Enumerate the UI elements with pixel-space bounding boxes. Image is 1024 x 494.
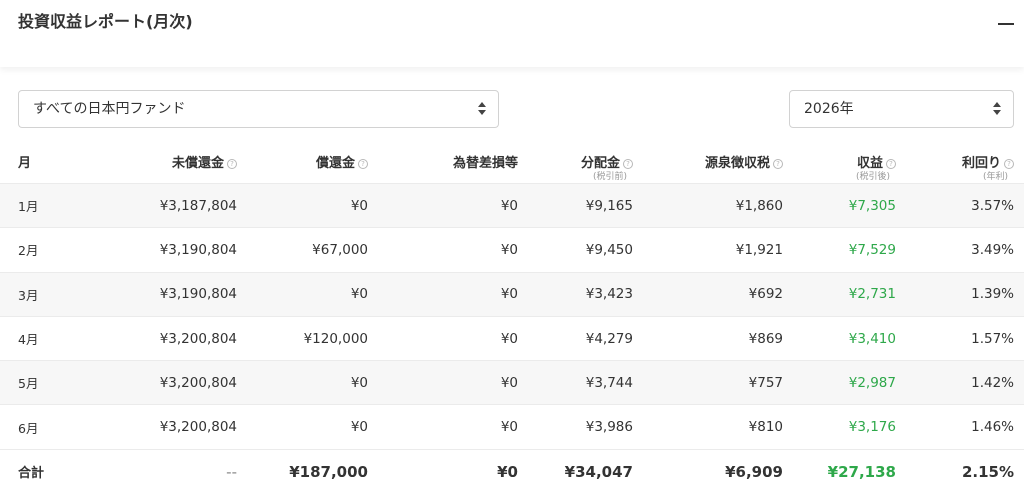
table-cell: ¥0 — [247, 182, 378, 228]
table-cell: ¥67,000 — [247, 227, 378, 273]
table-cell: ¥1,860 — [643, 182, 793, 228]
month-cell: 6月 — [0, 404, 90, 450]
table-cell: ¥810 — [643, 404, 793, 450]
column-header-label: 源泉徴収税 — [704, 156, 770, 171]
total-cell: ¥27,138 — [793, 448, 906, 494]
table-cell: ¥3,176 — [793, 404, 906, 450]
total-cell: ¥34,047 — [528, 448, 643, 494]
table-cell: ¥0 — [247, 404, 378, 450]
table-cell: 3.49% — [906, 227, 1024, 273]
table-cell: ¥1,921 — [643, 227, 793, 273]
year-select[interactable]: 2026年 — [789, 90, 1014, 128]
total-cell: 2.15% — [906, 448, 1024, 494]
total-cell: ¥6,909 — [643, 448, 793, 494]
column-header: 利回り? (年利) — [906, 140, 1024, 184]
table-cell: ¥869 — [643, 315, 793, 361]
total-row: 合計 -- ¥187,000 ¥0 ¥34,047 ¥6,909 ¥27,138 2.15% — [0, 448, 1024, 494]
table-cell: ¥3,190,804 — [90, 271, 247, 317]
column-header: 収益? (税引後) — [793, 140, 906, 184]
column-header-note: (税引後) — [855, 172, 890, 182]
column-header: 源泉徴収税? — [643, 140, 793, 184]
table-row: 4月 ¥3,200,804 ¥120,000 ¥0 ¥4,279 ¥869 ¥3,410 1.… — [0, 315, 1024, 361]
column-header-note: (税引前) — [592, 172, 627, 182]
table-row: 6月 ¥3,200,804 ¥0 ¥0 ¥3,986 ¥810 ¥3,176 1.46% — [0, 404, 1024, 450]
info-icon[interactable]: ? — [1004, 159, 1014, 169]
column-header-label: 利回り — [961, 156, 1001, 171]
table-row: 1月 ¥3,187,804 ¥0 ¥0 ¥9,165 ¥1,860 ¥7,305 3.57% — [0, 182, 1024, 228]
table-cell: 1.42% — [906, 360, 1024, 405]
table-cell: ¥0 — [378, 404, 528, 450]
column-header: 未償還金? — [90, 140, 247, 184]
table-header-row: 月未償還金? 償還金? 為替差損等 分配金? (税引前) 源泉徴収税? 収益? (税引後) 利回… — [0, 140, 1024, 184]
month-cell: 5月 — [0, 360, 90, 405]
fund-select[interactable]: すべての日本円ファンド — [18, 90, 499, 128]
table-row: 2月 ¥3,190,804 ¥67,000 ¥0 ¥9,450 ¥1,921 ¥7,529 3… — [0, 227, 1024, 273]
month-cell: 3月 — [0, 271, 90, 317]
total-label: 合計 — [0, 448, 90, 494]
table-cell: ¥3,986 — [528, 404, 643, 450]
select-arrows-icon — [993, 102, 1001, 116]
table-cell: 1.57% — [906, 315, 1024, 361]
column-header-label: 収益 — [856, 156, 883, 171]
table-cell: ¥0 — [378, 227, 528, 273]
table-cell: 1.39% — [906, 271, 1024, 317]
fund-select-value: すべての日本円ファンド — [33, 101, 186, 117]
table-cell: ¥0 — [378, 271, 528, 317]
info-icon[interactable]: ? — [227, 159, 237, 169]
table-cell: ¥9,450 — [528, 227, 643, 273]
column-header: 償還金? — [247, 140, 378, 184]
table-cell: ¥0 — [378, 360, 528, 405]
year-select-value: 2026年 — [804, 101, 854, 117]
column-header-label: 償還金 — [315, 156, 355, 171]
info-icon[interactable]: ? — [773, 159, 783, 169]
column-header: 分配金? (税引前) — [528, 140, 643, 184]
table-cell: ¥3,200,804 — [90, 315, 247, 361]
column-header-note: (年利) — [982, 172, 1008, 182]
table-cell: ¥9,165 — [528, 182, 643, 228]
monthly-report-table: 月未償還金? 償還金? 為替差損等 分配金? (税引前) 源泉徴収税? 収益? (税引後) 利回… — [0, 140, 1024, 494]
table-cell: ¥0 — [378, 182, 528, 228]
table-cell: ¥3,423 — [528, 271, 643, 317]
column-header-label: 為替差損等 — [452, 156, 518, 171]
table-cell: ¥3,190,804 — [90, 227, 247, 273]
table-cell: ¥7,305 — [793, 182, 906, 228]
collapse-icon[interactable] — [998, 23, 1014, 25]
table-row: 5月 ¥3,200,804 ¥0 ¥0 ¥3,744 ¥757 ¥2,987 1.42% — [0, 360, 1024, 405]
table-cell: ¥757 — [643, 360, 793, 405]
table-cell: ¥3,200,804 — [90, 404, 247, 450]
table-cell: ¥0 — [378, 315, 528, 361]
table-cell: ¥3,744 — [528, 360, 643, 405]
table-cell: ¥0 — [247, 271, 378, 317]
select-arrows-icon — [478, 102, 486, 116]
table-row: 3月 ¥3,190,804 ¥0 ¥0 ¥3,423 ¥692 ¥2,731 1.39% — [0, 271, 1024, 317]
page-title: 投資収益レポート(月次) — [18, 12, 193, 31]
column-header: 為替差損等 — [378, 140, 528, 184]
report-header: 投資収益レポート(月次) — [0, 0, 1024, 67]
table-cell: 1.46% — [906, 404, 1024, 450]
info-icon[interactable]: ? — [358, 159, 368, 169]
table-cell: ¥3,200,804 — [90, 360, 247, 405]
column-header-label: 未償還金 — [171, 156, 224, 171]
month-cell: 4月 — [0, 315, 90, 361]
table-cell: ¥2,987 — [793, 360, 906, 405]
column-header: 月 — [0, 140, 90, 184]
month-cell: 2月 — [0, 227, 90, 273]
table-cell: ¥2,731 — [793, 271, 906, 317]
column-header-label: 分配金 — [580, 156, 620, 171]
table-cell: ¥7,529 — [793, 227, 906, 273]
info-icon[interactable]: ? — [623, 159, 633, 169]
month-cell: 1月 — [0, 182, 90, 228]
table-cell: ¥3,187,804 — [90, 182, 247, 228]
table-cell: ¥3,410 — [793, 315, 906, 361]
info-icon[interactable]: ? — [886, 159, 896, 169]
table-cell: ¥0 — [247, 360, 378, 405]
total-cell: -- — [90, 448, 247, 494]
total-cell: ¥0 — [378, 448, 528, 494]
table-cell: ¥692 — [643, 271, 793, 317]
total-cell: ¥187,000 — [247, 448, 378, 494]
column-header-label: 月 — [18, 156, 32, 171]
table-cell: 3.57% — [906, 182, 1024, 228]
table-cell: ¥120,000 — [247, 315, 378, 361]
table-cell: ¥4,279 — [528, 315, 643, 361]
